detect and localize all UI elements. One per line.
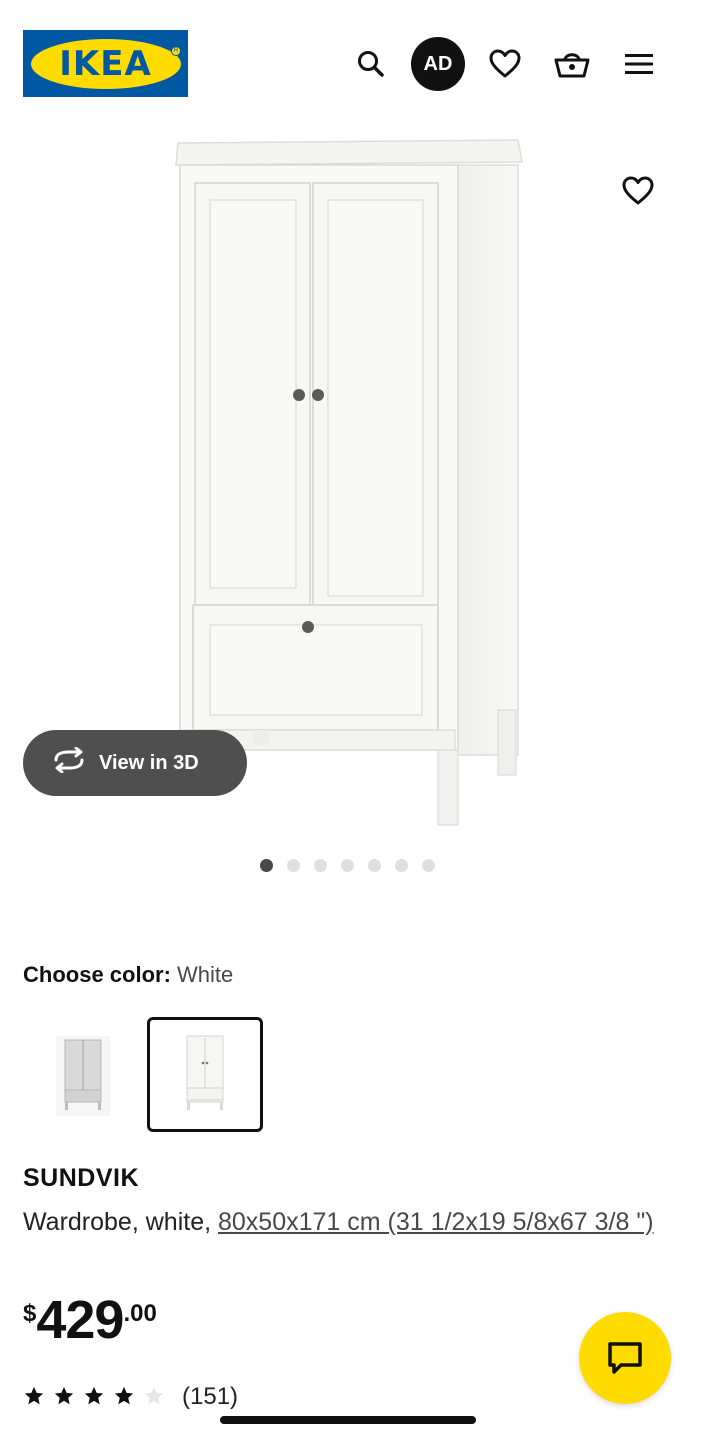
basket-icon[interactable] — [548, 40, 596, 88]
product-description: Wardrobe, white, 80x50x171 cm (31 1/2x19… — [23, 1202, 663, 1242]
logo-oval: IKEA — [30, 38, 181, 89]
choose-color-text: Choose color: — [23, 962, 171, 987]
pagination-dot[interactable] — [341, 859, 354, 872]
pagination-dot[interactable] — [260, 859, 273, 872]
search-icon[interactable] — [347, 40, 395, 88]
pagination-dot[interactable] — [314, 859, 327, 872]
star-filled-icon — [84, 1386, 104, 1405]
color-swatch-white[interactable] — [147, 1017, 263, 1132]
star-filled-icon — [114, 1386, 134, 1405]
star-filled-icon — [54, 1386, 74, 1405]
chat-button[interactable] — [579, 1312, 671, 1404]
pagination-dot[interactable] — [368, 859, 381, 872]
image-pagination-dots[interactable] — [260, 859, 435, 872]
view-in-3d-button[interactable]: View in 3D — [23, 730, 247, 796]
color-swatch-grey[interactable] — [25, 1017, 141, 1132]
pagination-dot[interactable] — [287, 859, 300, 872]
product-name: SUNDVIK — [23, 1164, 140, 1192]
product-dimensions-link[interactable]: 80x50x171 cm (31 1/2x19 5/8x67 3/8 ") — [218, 1208, 654, 1236]
price-decimal: .00 — [123, 1300, 157, 1327]
avatar-initials: AD — [423, 52, 453, 75]
menu-icon[interactable] — [615, 40, 663, 88]
ikea-logo[interactable]: IKEA R — [23, 30, 188, 97]
pagination-dot[interactable] — [395, 859, 408, 872]
chat-bubble-icon — [608, 1342, 642, 1374]
rotate-3d-icon — [51, 746, 87, 779]
registered-mark-icon: R — [171, 46, 181, 56]
save-favorite-icon[interactable] — [614, 167, 662, 215]
rating-stars[interactable] — [23, 1385, 165, 1407]
heart-icon[interactable] — [481, 40, 529, 88]
pagination-dot[interactable] — [422, 859, 435, 872]
color-chooser-label: Choose color: White — [23, 962, 233, 988]
view-in-3d-label: View in 3D — [99, 751, 199, 774]
product-type: Wardrobe, white, — [23, 1208, 218, 1236]
home-indicator[interactable] — [220, 1416, 476, 1424]
avatar[interactable]: AD — [411, 37, 465, 91]
price-currency: $ — [23, 1300, 37, 1327]
logo-text: IKEA — [59, 43, 152, 84]
star-empty-icon — [144, 1386, 164, 1405]
product-price: $ 429 .00 — [23, 1290, 157, 1350]
price-integer: 429 — [36, 1290, 124, 1350]
selected-color-value: White — [177, 962, 234, 987]
star-filled-icon — [24, 1386, 44, 1405]
review-count[interactable]: (151) — [182, 1383, 238, 1411]
